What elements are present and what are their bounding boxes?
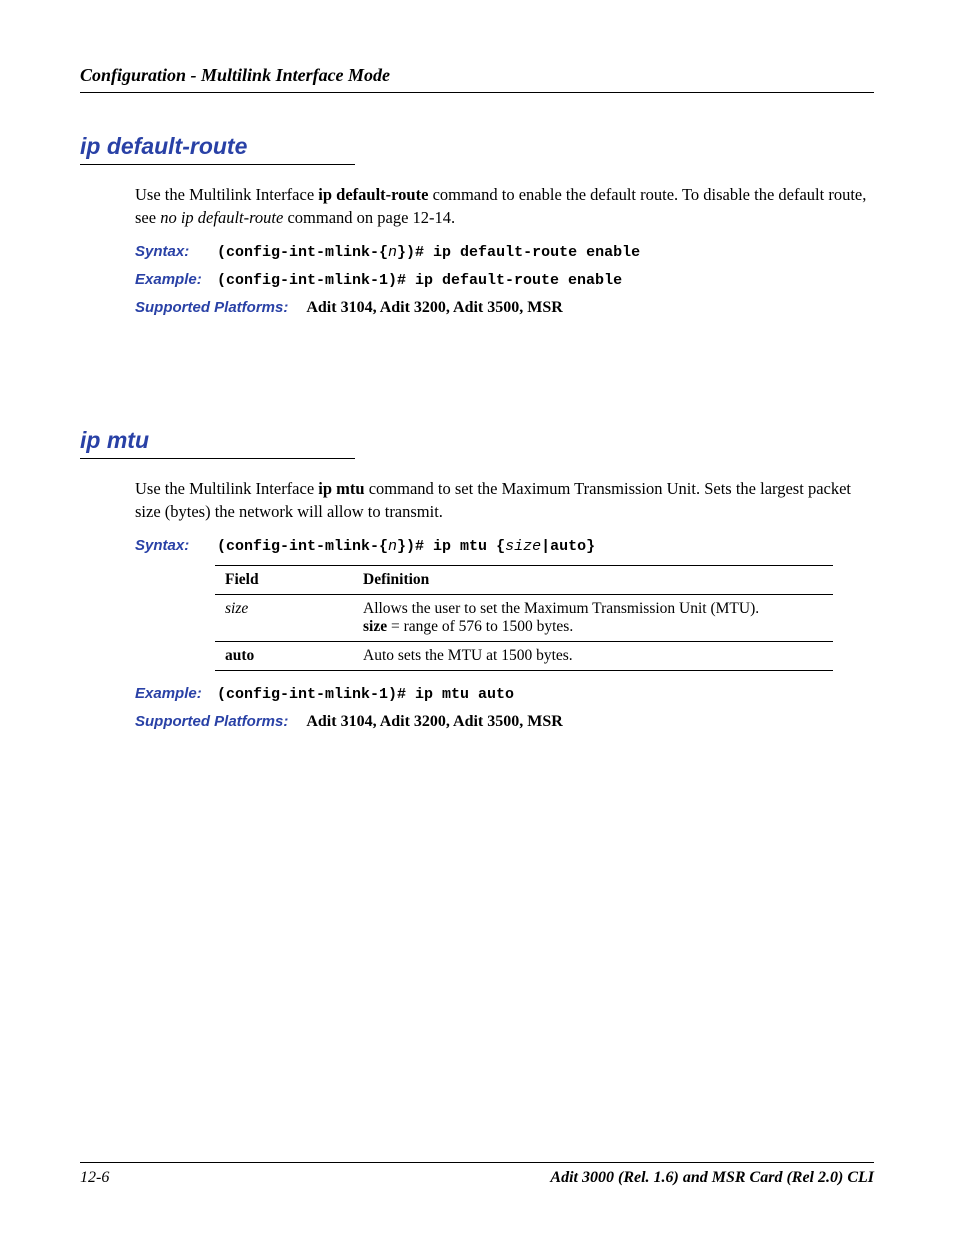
field-definition-table: Field Definition size Allows the user to… (215, 565, 833, 671)
example-row: Example: (config-int-mlink-1)# ip defaul… (135, 271, 874, 289)
table-row: size Allows the user to set the Maximum … (215, 595, 833, 642)
section2-body: Use the Multilink Interface ip mtu comma… (135, 477, 874, 523)
text-italic: no ip default-route (160, 208, 283, 227)
platforms-row: Supported Platforms: Adit 3104, Adit 320… (135, 299, 874, 317)
text-fragment: Use the Multilink Interface (135, 185, 318, 204)
mono-fragment: (config-int-mlink-{ (217, 538, 388, 555)
example-label: Example: (135, 271, 207, 288)
mono-fragment: })# ip default-route enable (397, 244, 640, 261)
document-title: Adit 3000 (Rel. 1.6) and MSR Card (Rel 2… (550, 1169, 874, 1187)
text-fragment: command on page 12-14. (283, 208, 455, 227)
mono-param: size (505, 538, 541, 555)
mono-fragment: } (586, 538, 595, 555)
page-footer: 12-6 Adit 3000 (Rel. 1.6) and MSR Card (… (80, 1162, 874, 1187)
section1-body: Use the Multilink Interface ip default-r… (135, 183, 874, 229)
example-row: Example: (config-int-mlink-1)# ip mtu au… (135, 685, 874, 703)
text-fragment: Use the Multilink Interface (135, 479, 318, 498)
def-bold: size (363, 618, 387, 635)
platforms-text: Adit 3104, Adit 3200, Adit 3500, MSR (306, 299, 562, 317)
table-cell-definition: Auto sets the MTU at 1500 bytes. (353, 642, 833, 671)
mono-fragment: (config-int-mlink-{ (217, 244, 388, 261)
syntax-text: (config-int-mlink-{n})# ip mtu {size|aut… (217, 538, 595, 555)
mono-param: n (388, 538, 397, 555)
syntax-label: Syntax: (135, 243, 207, 260)
example-label: Example: (135, 685, 207, 702)
page-header: Configuration - Multilink Interface Mode (80, 65, 874, 93)
syntax-row: Syntax: (config-int-mlink-{n})# ip defau… (135, 243, 874, 261)
mono-bold: auto (550, 538, 586, 555)
table-header-row: Field Definition (215, 566, 833, 595)
field-name: size (225, 600, 248, 617)
example-text: (config-int-mlink-1)# ip default-route e… (217, 272, 622, 289)
text-bold: ip default-route (318, 185, 428, 204)
mono-fragment: })# ip mtu { (397, 538, 505, 555)
example-text: (config-int-mlink-1)# ip mtu auto (217, 686, 514, 703)
syntax-row: Syntax: (config-int-mlink-{n})# ip mtu {… (135, 537, 874, 555)
table-row: auto Auto sets the MTU at 1500 bytes. (215, 642, 833, 671)
table-header-field: Field (215, 566, 353, 595)
table-header-definition: Definition (353, 566, 833, 595)
table-cell-field: auto (215, 642, 353, 671)
mono-param: n (388, 244, 397, 261)
table-cell-definition: Allows the user to set the Maximum Trans… (353, 595, 833, 642)
syntax-label: Syntax: (135, 537, 207, 554)
section-heading-ip-default-route: ip default-route (80, 133, 355, 165)
platforms-label: Supported Platforms: (135, 299, 288, 316)
page-number: 12-6 (80, 1169, 109, 1187)
table-cell-field: size (215, 595, 353, 642)
platforms-row: Supported Platforms: Adit 3104, Adit 320… (135, 713, 874, 731)
def-text: = range of 576 to 1500 bytes. (387, 618, 573, 635)
platforms-text: Adit 3104, Adit 3200, Adit 3500, MSR (306, 713, 562, 731)
text-bold: ip mtu (318, 479, 364, 498)
mono-fragment: | (541, 538, 550, 555)
field-name: auto (225, 647, 254, 664)
syntax-text: (config-int-mlink-{n})# ip default-route… (217, 244, 640, 261)
def-text: Allows the user to set the Maximum Trans… (363, 600, 759, 617)
platforms-label: Supported Platforms: (135, 713, 288, 730)
section-heading-ip-mtu: ip mtu (80, 427, 355, 459)
